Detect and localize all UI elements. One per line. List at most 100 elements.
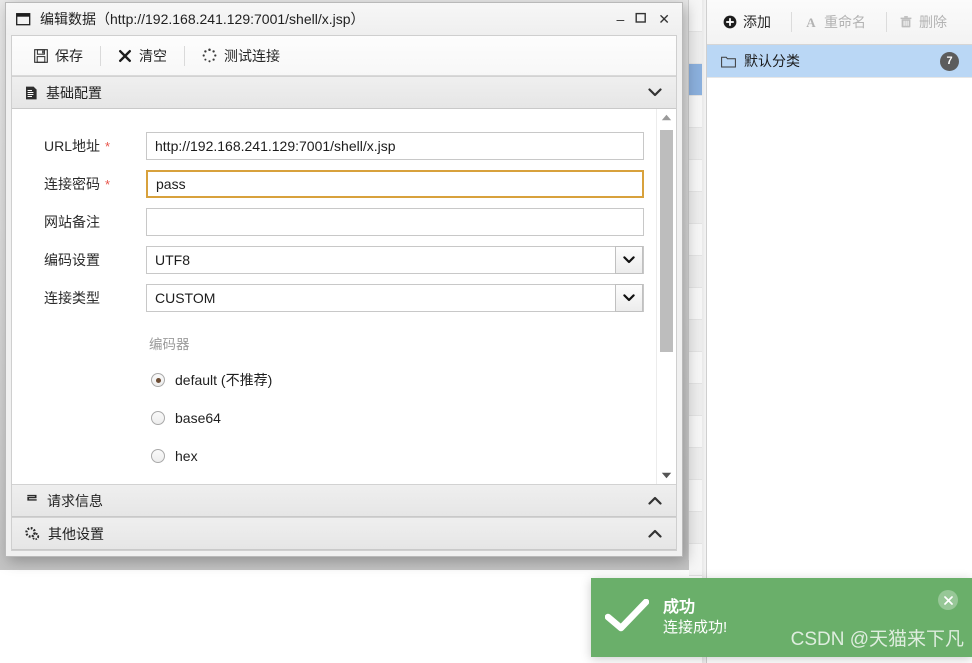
- delete-category-label: 删除: [919, 13, 947, 30]
- field-row-password: 连接密码 * pass: [12, 165, 657, 203]
- dialog-toolbar: 保存 清空 测试连接: [12, 36, 676, 76]
- dialog-titlebar[interactable]: 编辑数据（http://192.168.241.129:7001/shell/x…: [6, 3, 682, 35]
- trash-icon: [899, 15, 913, 29]
- save-label: 保存: [55, 47, 83, 64]
- encoder-group-label: 编码器: [149, 337, 190, 352]
- background-list-row: [689, 512, 703, 544]
- section-header-other-label: 其他设置: [48, 525, 104, 542]
- encoder-option-hex-label: hex: [175, 448, 198, 464]
- chevron-down-icon[interactable]: [648, 86, 662, 100]
- rename-category-label: 重命名: [824, 13, 866, 30]
- url-input[interactable]: http://192.168.241.129:7001/shell/x.jsp: [146, 132, 644, 160]
- toast-close-button[interactable]: [938, 590, 958, 610]
- field-label-password: 连接密码 *: [44, 176, 111, 192]
- section-header-request[interactable]: ᄅ 请求信息: [12, 484, 676, 517]
- background-list-row: [689, 544, 703, 576]
- minimize-button[interactable]: –: [616, 12, 624, 26]
- document-icon: [25, 86, 38, 100]
- background-list-row: [689, 160, 703, 192]
- chevron-down-icon[interactable]: [615, 284, 643, 312]
- connection-type-select[interactable]: CUSTOM: [146, 284, 644, 312]
- toolbar-separator: [886, 12, 887, 32]
- field-row-url: URL地址 * http://192.168.241.129:7001/shel…: [12, 127, 657, 165]
- scroll-up-arrow-icon[interactable]: [657, 109, 676, 126]
- background-list-row: [689, 256, 703, 288]
- watermark: CSDN @天猫来下凡: [790, 629, 964, 650]
- chevron-up-icon[interactable]: [648, 494, 662, 508]
- background-list-row-selected: [689, 64, 703, 96]
- svg-text:ᄅ: ᄅ: [26, 494, 39, 508]
- toast-text: 成功 连接成功!: [663, 598, 727, 638]
- success-toast: 成功 连接成功! CSDN @天猫来下凡: [591, 578, 972, 657]
- save-icon: [34, 48, 48, 63]
- background-list-row: [689, 288, 703, 320]
- toolbar-separator: [184, 45, 185, 66]
- rename-a-icon: A: [804, 15, 818, 30]
- toolbar-separator: [791, 12, 792, 32]
- clear-label: 清空: [139, 47, 167, 64]
- category-item-default[interactable]: 默认分类 7: [707, 45, 972, 78]
- required-marker: *: [105, 177, 111, 192]
- scroll-down-arrow-icon[interactable]: [657, 467, 676, 484]
- maximize-button[interactable]: [635, 12, 647, 26]
- required-marker: *: [105, 139, 111, 154]
- section-header-other[interactable]: 其他设置: [12, 517, 676, 550]
- window-restore-icon: [16, 12, 31, 26]
- toolbar-separator: [100, 45, 101, 66]
- radio-icon[interactable]: [151, 373, 165, 387]
- form-vertical-scrollbar[interactable]: [656, 109, 676, 484]
- field-row-conn-type: 连接类型 CUSTOM: [12, 279, 657, 317]
- request-icon: ᄅ: [25, 494, 39, 510]
- chevron-up-icon[interactable]: [648, 527, 662, 541]
- category-toolbar: 添加 A 重命名 删除: [707, 0, 972, 45]
- url-input-value: http://192.168.241.129:7001/shell/x.jsp: [155, 138, 396, 154]
- close-button[interactable]: ✕: [658, 12, 670, 26]
- test-connection-button[interactable]: 测试连接: [194, 42, 288, 70]
- background-list-row: [689, 352, 703, 384]
- scrollbar-thumb[interactable]: [660, 130, 673, 352]
- delete-category-button[interactable]: 删除: [897, 9, 957, 36]
- encoder-option-default[interactable]: default (不推荐): [12, 361, 657, 399]
- edit-data-dialog: 编辑数据（http://192.168.241.129:7001/shell/x…: [5, 2, 683, 557]
- background-list-row: [689, 416, 703, 448]
- encoding-select-value: UTF8: [155, 252, 190, 268]
- encoder-option-base64[interactable]: base64: [12, 399, 657, 437]
- plus-circle-icon: [723, 15, 737, 29]
- scrollbar-track[interactable]: [657, 126, 676, 467]
- radio-icon[interactable]: [151, 411, 165, 425]
- section-header-basic[interactable]: 基础配置: [12, 76, 676, 109]
- background-list-row: [689, 96, 703, 128]
- background-list-row: [689, 128, 703, 160]
- encoder-option-hex[interactable]: hex: [12, 437, 657, 475]
- clear-button[interactable]: 清空: [110, 42, 175, 70]
- field-label-remark: 网站备注: [44, 214, 100, 230]
- spinner-icon: [202, 48, 217, 63]
- toast-message: 连接成功!: [663, 618, 728, 636]
- password-input[interactable]: pass: [146, 170, 644, 198]
- save-button[interactable]: 保存: [26, 42, 91, 70]
- background-list-row: [689, 0, 703, 32]
- add-category-button[interactable]: 添加: [721, 9, 781, 36]
- category-list: 默认分类 7: [707, 45, 972, 78]
- password-input-value: pass: [156, 176, 186, 192]
- encoding-select[interactable]: UTF8: [146, 246, 644, 274]
- add-category-label: 添加: [743, 13, 771, 30]
- test-connection-label: 测试连接: [224, 47, 280, 64]
- category-item-label: 默认分类: [744, 53, 800, 69]
- field-row-remark: 网站备注: [12, 203, 657, 241]
- clear-x-icon: [118, 49, 132, 63]
- rename-category-button[interactable]: A 重命名: [802, 9, 876, 36]
- field-label-conn-type: 连接类型: [44, 290, 100, 306]
- field-label-encoding: 编码设置: [44, 252, 100, 268]
- field-row-encoding: 编码设置 UTF8: [12, 241, 657, 279]
- background-list-row: [689, 384, 703, 416]
- chevron-down-icon[interactable]: [615, 246, 643, 274]
- encoder-option-default-label: default (不推荐): [175, 372, 273, 388]
- svg-text:A: A: [806, 15, 816, 29]
- remark-input[interactable]: [146, 208, 644, 236]
- connection-type-select-value: CUSTOM: [155, 290, 216, 306]
- radio-icon[interactable]: [151, 449, 165, 463]
- screen: 添加 A 重命名 删除 默认分类 7 编辑数据（http://192.168.2…: [0, 0, 972, 663]
- folder-icon: [721, 55, 736, 68]
- basic-config-form: URL地址 * http://192.168.241.129:7001/shel…: [12, 109, 676, 484]
